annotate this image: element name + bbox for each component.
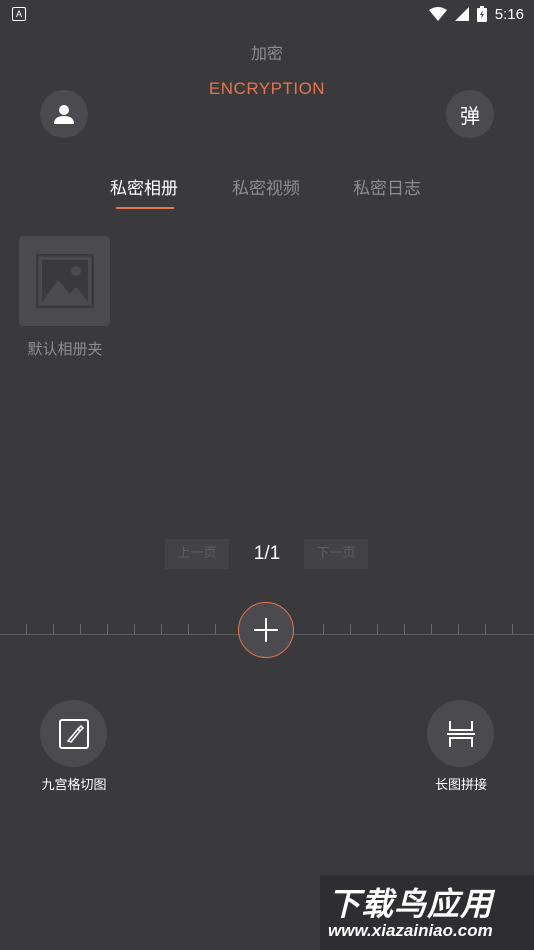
long-stitch-label: 长图拼接 xyxy=(434,778,487,793)
stitch-icon xyxy=(446,720,475,747)
grid-cut-label: 九宫格切图 xyxy=(41,778,107,793)
status-bar: A 5:16 xyxy=(0,0,534,28)
ruler-tick xyxy=(80,624,81,634)
wifi-icon xyxy=(428,7,447,21)
long-stitch-button[interactable] xyxy=(427,700,494,767)
tab-private-album[interactable]: 私密相册 xyxy=(110,174,178,199)
app-notification-icon: A xyxy=(12,7,26,21)
watermark: 下载鸟应用 www.xiazainiao.com xyxy=(320,875,534,950)
ruler-tick xyxy=(188,624,189,634)
ruler-tick xyxy=(161,624,162,634)
ruler-tick xyxy=(134,624,135,634)
watermark-url: www.xiazainiao.com xyxy=(328,921,493,940)
ruler-tick xyxy=(215,624,216,634)
next-page-button[interactable]: 下一页 xyxy=(304,539,368,569)
album-label[interactable]: 默认相册夹 xyxy=(10,338,120,359)
ruler-tick xyxy=(26,624,27,634)
add-button[interactable] xyxy=(238,602,294,658)
watermark-title: 下载鸟应用 xyxy=(328,885,494,923)
user-icon xyxy=(54,105,74,124)
ruler-tick xyxy=(512,624,513,634)
ruler-tick xyxy=(431,624,432,634)
tab-private-video[interactable]: 私密视频 xyxy=(232,174,300,199)
popup-button[interactable]: 弹 xyxy=(446,90,494,138)
ruler-tick xyxy=(458,624,459,634)
user-button[interactable] xyxy=(40,90,88,138)
tab-bar: 私密相册 私密视频 私密日志 xyxy=(0,174,534,214)
battery-icon xyxy=(476,6,487,22)
clock: 5:16 xyxy=(494,5,524,23)
tab-active-indicator xyxy=(116,207,174,209)
signal-icon xyxy=(454,7,469,21)
ruler-tick xyxy=(323,624,324,634)
page-indicator: 1/1 xyxy=(253,543,281,564)
ruler-tick xyxy=(350,624,351,634)
page-title: 加密 xyxy=(250,44,283,63)
image-icon xyxy=(35,254,94,308)
tab-private-diary[interactable]: 私密日志 xyxy=(353,174,421,199)
knife-icon xyxy=(58,718,89,749)
plus-icon xyxy=(254,618,278,642)
ruler-tick xyxy=(107,624,108,634)
ruler-tick xyxy=(404,624,405,634)
ruler-tick xyxy=(53,624,54,634)
grid-cut-button[interactable] xyxy=(40,700,107,767)
prev-page-button[interactable]: 上一页 xyxy=(165,539,229,569)
album-thumbnail[interactable] xyxy=(19,236,110,326)
ruler-tick xyxy=(485,624,486,634)
status-icons: 5:16 xyxy=(428,4,524,24)
ruler-tick xyxy=(377,624,378,634)
